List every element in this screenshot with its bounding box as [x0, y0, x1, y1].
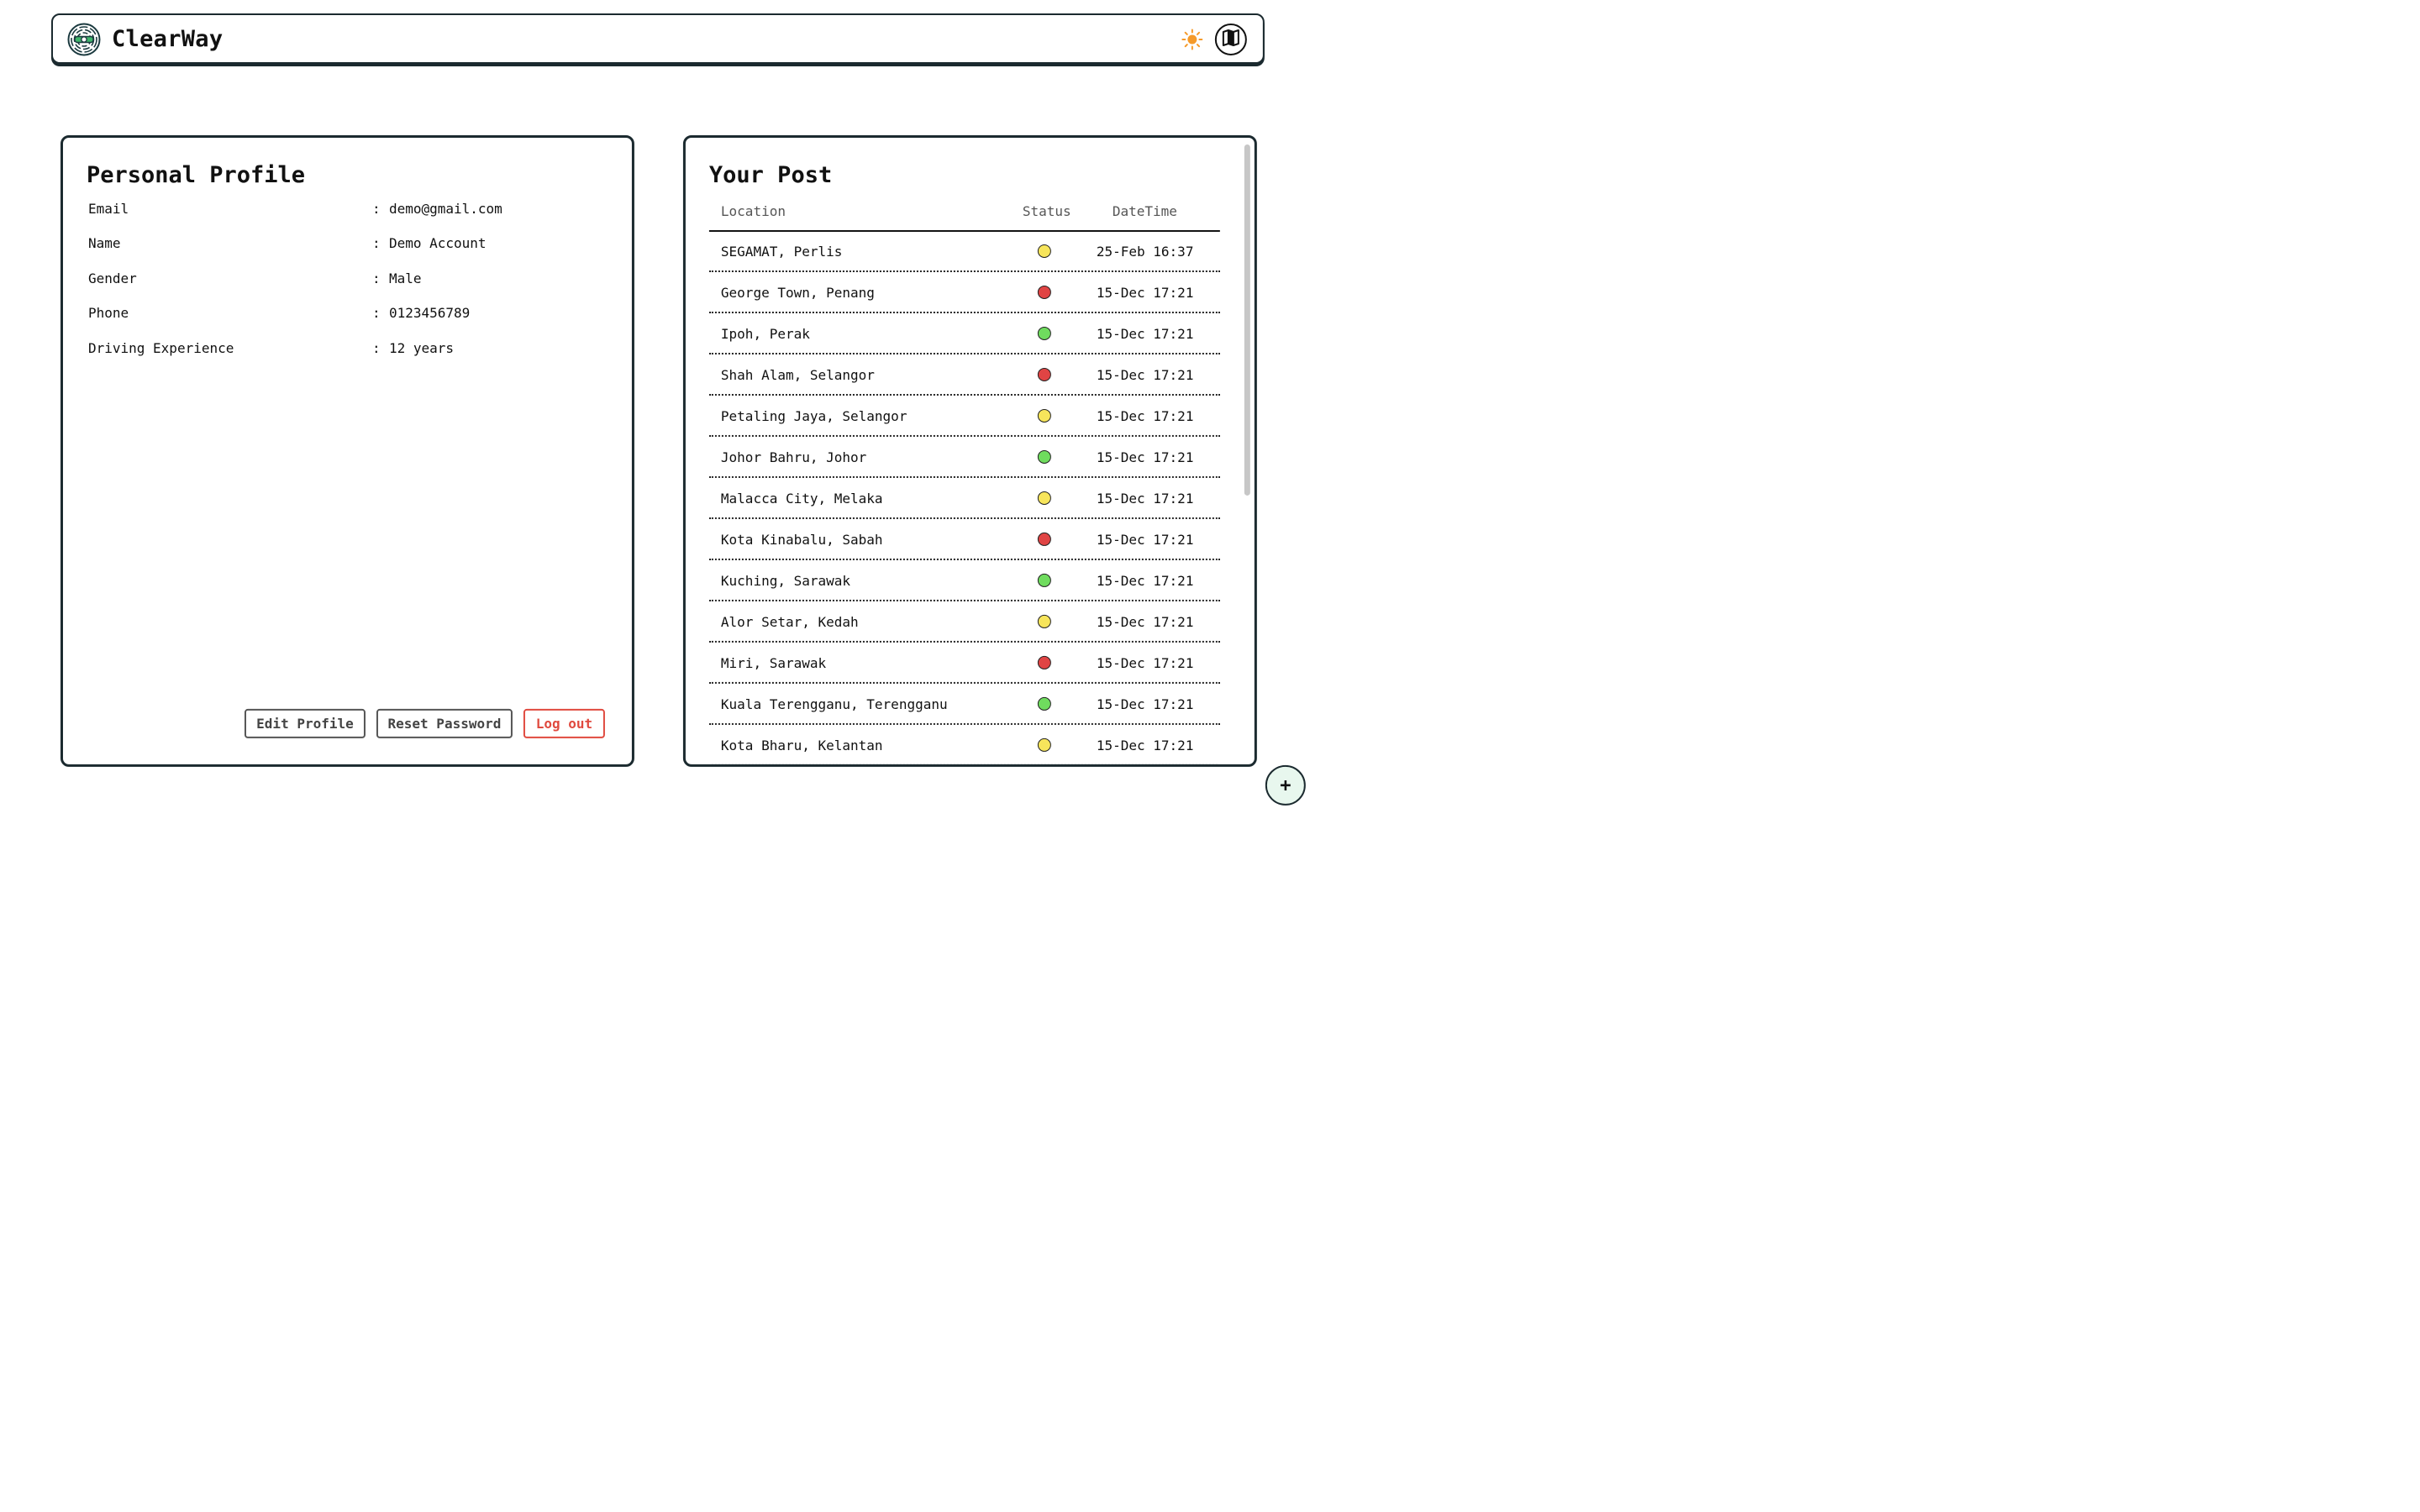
- post-location: Malacca City, Melaka: [720, 490, 883, 507]
- post-location: Petaling Jaya, Selangor: [720, 407, 908, 424]
- field-separator: :: [371, 270, 381, 286]
- post-datetime: 15-Dec 17:21: [1096, 284, 1194, 301]
- status-indicator-icon: [1037, 696, 1051, 711]
- post-location: Kota Bharu, Kelantan: [720, 737, 883, 753]
- column-header-datetime: DateTime: [1112, 202, 1177, 219]
- table-row[interactable]: Kota Bharu, Kelantan 15-Dec 17:21: [708, 725, 1220, 764]
- add-post-button[interactable]: +: [1265, 764, 1306, 806]
- post-datetime: 15-Dec 17:21: [1096, 613, 1194, 630]
- profile-title: Personal Profile: [86, 161, 306, 188]
- post-datetime: 15-Dec 17:21: [1096, 737, 1194, 753]
- post-location: Johor Bahru, Johor: [720, 449, 867, 465]
- personal-profile-card: Personal Profile Email : demo@gmail.com …: [60, 134, 634, 767]
- phone-value: 0123456789: [388, 304, 471, 321]
- post-datetime: 15-Dec 17:21: [1096, 407, 1194, 424]
- field-label: Driving Experience: [87, 339, 234, 356]
- logout-button[interactable]: Log out: [523, 708, 605, 738]
- field-label: Name: [87, 234, 121, 251]
- posts-table-body: SEGAMAT, Perlis 25-Feb 16:37 George Town, …: [708, 231, 1220, 764]
- plus-icon: +: [1280, 774, 1292, 796]
- table-row[interactable]: Kuching, Sarawak 15-Dec 17:21: [708, 560, 1220, 601]
- table-row[interactable]: Ipoh, Perak 15-Dec 17:21: [708, 313, 1220, 354]
- post-location: Ipoh, Perak: [720, 325, 810, 342]
- status-indicator-icon: [1037, 573, 1051, 587]
- status-indicator-icon: [1037, 326, 1051, 340]
- edit-profile-button[interactable]: Edit Profile: [244, 708, 366, 738]
- posts-table-header: Location Status DateTime: [708, 202, 1220, 232]
- brand-name[interactable]: ClearWay: [112, 26, 223, 52]
- field-separator: :: [371, 200, 381, 217]
- email-value: demo@gmail.com: [388, 200, 502, 217]
- post-location: Alor Setar, Kedah: [720, 613, 859, 630]
- post-location: George Town, Penang: [720, 284, 875, 301]
- field-separator: :: [371, 339, 381, 356]
- table-row[interactable]: Johor Bahru, Johor 15-Dec 17:21: [708, 437, 1220, 478]
- post-datetime: 15-Dec 17:21: [1096, 531, 1194, 548]
- status-indicator-icon: [1037, 244, 1051, 258]
- post-datetime: 15-Dec 17:21: [1096, 696, 1194, 712]
- your-post-card: Your Post Location Status DateTime SEGAM…: [682, 134, 1257, 767]
- field-label: Email: [87, 200, 129, 217]
- status-indicator-icon: [1037, 614, 1051, 628]
- status-indicator-icon: [1037, 532, 1051, 546]
- status-indicator-icon: [1037, 285, 1051, 299]
- post-datetime: 15-Dec 17:21: [1096, 325, 1194, 342]
- field-separator: :: [371, 304, 381, 321]
- table-row[interactable]: Kuala Terengganu, Terengganu 15-Dec 17:21: [708, 684, 1220, 725]
- app-root: ClearWay Personal Profile Email: demo@g…: [0, 0, 1318, 823]
- table-row[interactable]: Kota Kinabalu, Sabah 15-Dec 17:21: [708, 519, 1220, 560]
- status-indicator-icon: [1037, 738, 1051, 752]
- status-indicator-icon: [1037, 408, 1051, 423]
- map-button[interactable]: [1214, 23, 1247, 55]
- table-row[interactable]: Malacca City, Melaka 15-Dec 17:21: [708, 478, 1220, 519]
- field-label: Phone: [87, 304, 129, 321]
- table-row[interactable]: Alor Setar, Kedah 15-Dec 17:21: [708, 601, 1220, 643]
- field-label: Gender: [87, 270, 137, 286]
- post-location: Miri, Sarawak: [720, 654, 827, 671]
- post-datetime: 15-Dec 17:21: [1096, 449, 1194, 465]
- steering-wheel-maze-logo-icon[interactable]: [67, 23, 101, 56]
- driving-experience-value: 12 years: [388, 339, 455, 356]
- table-row[interactable]: George Town, Penang 15-Dec 17:21: [708, 272, 1220, 313]
- post-location: Kota Kinabalu, Sabah: [720, 531, 883, 548]
- status-indicator-icon: [1037, 491, 1051, 505]
- post-location: Kuching, Sarawak: [720, 572, 851, 589]
- posts-title: Your Post: [708, 161, 833, 188]
- sun-icon[interactable]: [1181, 29, 1203, 50]
- post-datetime: 15-Dec 17:21: [1096, 490, 1194, 507]
- post-location: SEGAMAT, Perlis: [720, 243, 843, 260]
- table-row[interactable]: Shah Alam, Selangor 15-Dec 17:21: [708, 354, 1220, 396]
- name-value: Demo Account: [388, 234, 487, 251]
- reset-password-button[interactable]: Reset Password: [376, 708, 513, 738]
- posts-scrollbar-thumb[interactable]: [1244, 144, 1250, 496]
- post-location: Kuala Terengganu, Terengganu: [720, 696, 948, 712]
- gender-value: Male: [388, 270, 422, 286]
- post-location: Shah Alam, Selangor: [720, 366, 875, 383]
- field-separator: :: [371, 234, 381, 251]
- table-row[interactable]: Petaling Jaya, Selangor 15-Dec 17:21: [708, 396, 1220, 437]
- column-header-location: Location: [720, 202, 786, 219]
- table-row[interactable]: SEGAMAT, Perlis 25-Feb 16:37: [708, 231, 1220, 272]
- post-datetime: 15-Dec 17:21: [1096, 572, 1194, 589]
- status-indicator-icon: [1037, 655, 1051, 669]
- column-header-status: Status: [1022, 202, 1071, 219]
- post-datetime: 15-Dec 17:21: [1096, 366, 1194, 383]
- post-datetime: 25-Feb 16:37: [1096, 243, 1194, 260]
- status-indicator-icon: [1037, 449, 1051, 464]
- post-datetime: 15-Dec 17:21: [1096, 654, 1194, 671]
- top-navbar: ClearWay: [50, 13, 1265, 64]
- table-row[interactable]: Miri, Sarawak 15-Dec 17:21: [708, 643, 1220, 684]
- status-indicator-icon: [1037, 367, 1051, 381]
- map-icon: [1222, 29, 1240, 50]
